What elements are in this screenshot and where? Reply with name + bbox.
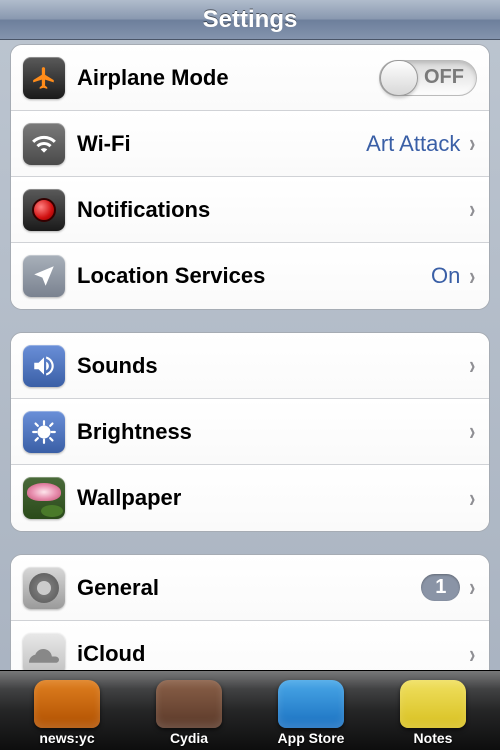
row-sounds[interactable]: Sounds › <box>11 333 489 399</box>
wifi-value: Art Attack <box>366 131 460 157</box>
brightness-icon <box>23 411 65 453</box>
toggle-off-label: OFF <box>424 66 464 89</box>
appstore-icon <box>278 680 344 728</box>
row-general[interactable]: General 1 › <box>11 555 489 621</box>
icloud-icon <box>23 633 65 670</box>
general-badge: 1 <box>421 574 460 601</box>
page-title-text: Settings <box>203 6 298 34</box>
row-airplane-mode[interactable]: Airplane Mode OFF <box>11 45 489 111</box>
newsyc-icon <box>34 680 100 728</box>
row-brightness[interactable]: Brightness › <box>11 399 489 465</box>
location-value: On <box>431 263 460 289</box>
row-notifications[interactable]: Notifications › <box>11 177 489 243</box>
airplane-toggle[interactable]: OFF <box>379 60 477 96</box>
chevron-icon: › <box>470 194 476 225</box>
settings-content: Airplane Mode OFF Wi-Fi Art Attack › Not… <box>0 40 500 670</box>
chevron-icon: › <box>470 639 476 670</box>
chevron-icon: › <box>470 483 476 514</box>
chevron-icon: › <box>470 261 476 292</box>
dock-item-notes[interactable]: Notes <box>378 676 488 746</box>
page-title: Settings <box>0 0 500 40</box>
dock-item-appstore[interactable]: App Store <box>256 676 366 746</box>
row-wifi[interactable]: Wi-Fi Art Attack › <box>11 111 489 177</box>
row-icloud[interactable]: iCloud › <box>11 621 489 670</box>
dock-item-newsyc[interactable]: news:yc <box>12 676 122 746</box>
row-label: General <box>77 575 421 601</box>
wifi-icon <box>23 123 65 165</box>
row-label: Sounds <box>77 353 468 379</box>
toggle-knob <box>380 60 418 96</box>
dock-label: Notes <box>414 730 453 746</box>
sounds-icon <box>23 345 65 387</box>
dock-item-cydia[interactable]: Cydia <box>134 676 244 746</box>
chevron-icon: › <box>470 416 476 447</box>
notifications-icon <box>23 189 65 231</box>
chevron-icon: › <box>470 350 476 381</box>
settings-group: General 1 › iCloud › <box>10 554 490 670</box>
row-label: Airplane Mode <box>77 65 379 91</box>
row-label: Location Services <box>77 263 431 289</box>
settings-group: Airplane Mode OFF Wi-Fi Art Attack › Not… <box>10 44 490 310</box>
row-wallpaper[interactable]: Wallpaper › <box>11 465 489 531</box>
dock-label: Cydia <box>170 730 208 746</box>
row-location-services[interactable]: Location Services On › <box>11 243 489 309</box>
cydia-icon <box>156 680 222 728</box>
dock-label: news:yc <box>39 730 94 746</box>
settings-group: Sounds › Brightness › Wallpaper › <box>10 332 490 532</box>
row-label: Wallpaper <box>77 485 468 511</box>
airplane-icon <box>23 57 65 99</box>
dock: news:yc Cydia App Store Notes <box>0 670 500 750</box>
row-label: Notifications <box>77 197 468 223</box>
notes-icon <box>400 680 466 728</box>
row-label: Wi-Fi <box>77 131 366 157</box>
location-icon <box>23 255 65 297</box>
chevron-icon: › <box>470 128 476 159</box>
dock-label: App Store <box>278 730 345 746</box>
row-label: Brightness <box>77 419 468 445</box>
wallpaper-icon <box>23 477 65 519</box>
row-label: iCloud <box>77 641 468 667</box>
general-icon <box>23 567 65 609</box>
chevron-icon: › <box>470 572 476 603</box>
